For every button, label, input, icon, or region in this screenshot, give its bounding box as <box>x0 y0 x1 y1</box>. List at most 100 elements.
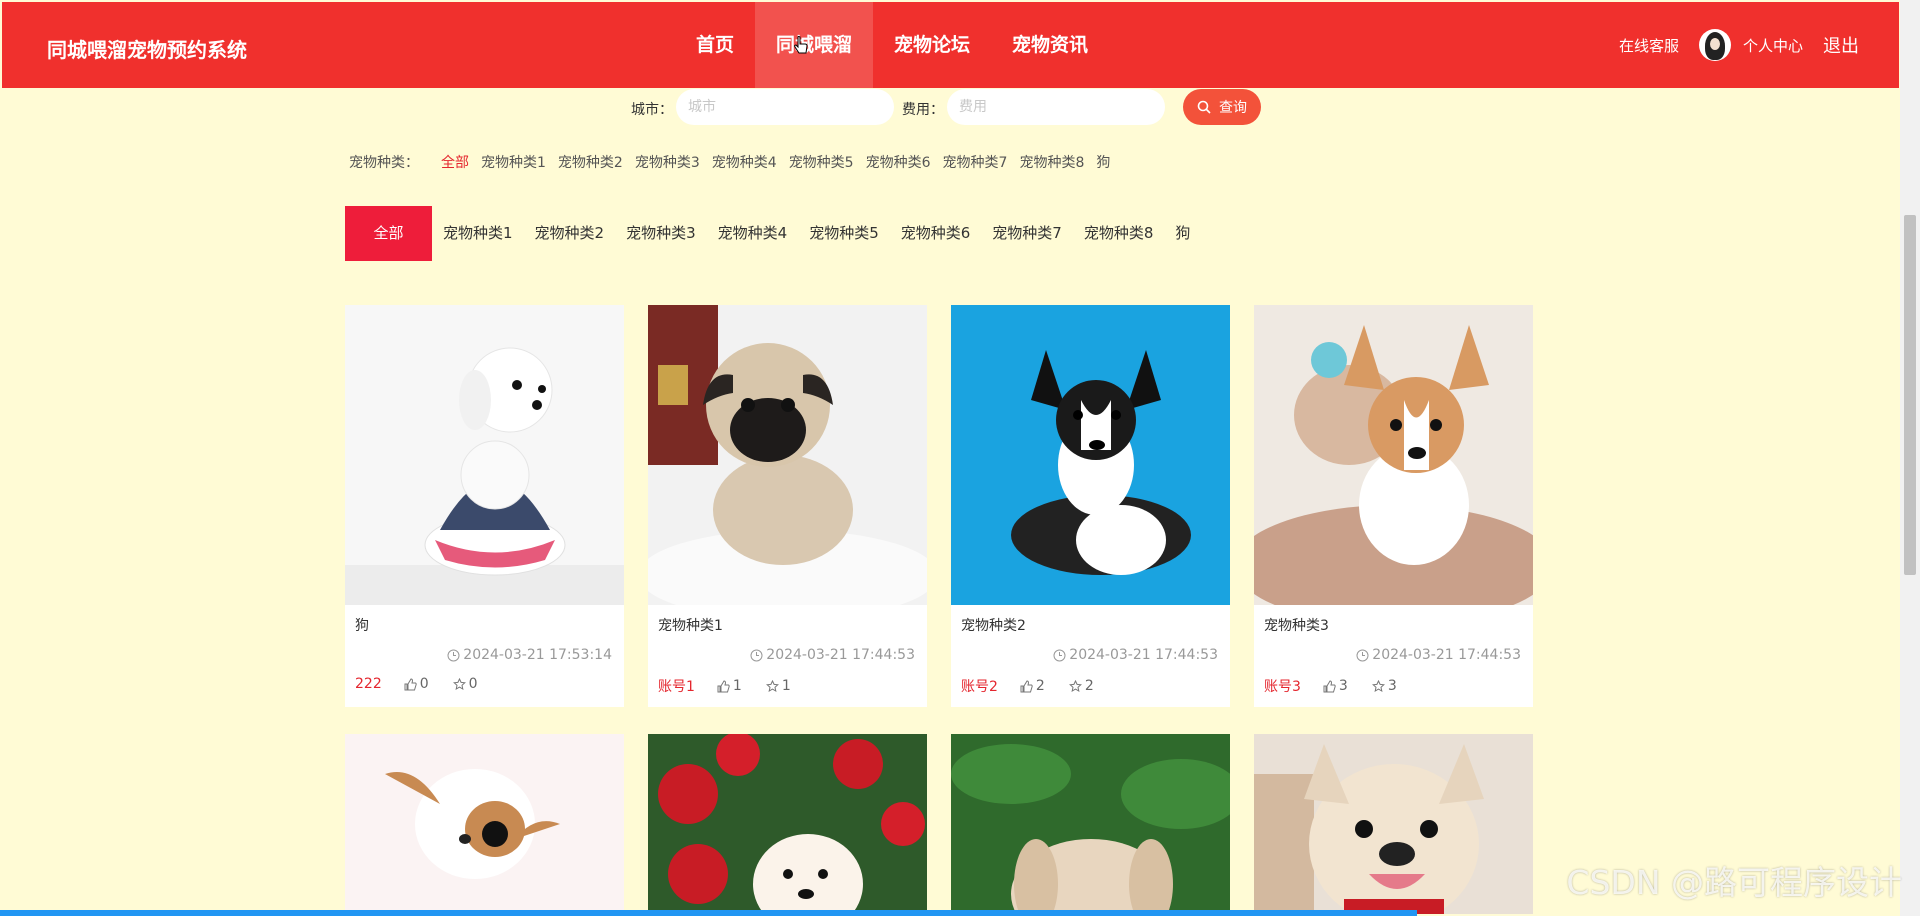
nav-walking[interactable]: 同城喂溜 <box>755 2 874 88</box>
category-item[interactable]: 狗 <box>1096 152 1110 172</box>
category-tabs: 全部 宠物种类1 宠物种类2 宠物种类3 宠物种类4 宠物种类5 宠物种类6 宠… <box>345 206 1201 261</box>
category-item[interactable]: 宠物种类6 <box>866 152 931 172</box>
category-item-all[interactable]: 全部 <box>441 152 469 172</box>
card-title: 宠物种类3 <box>1264 618 1329 634</box>
hand-cursor-icon <box>794 36 808 54</box>
card-likes-count: 0 <box>419 676 429 692</box>
card-likes-count: 2 <box>1035 678 1045 694</box>
header-right: 在线客服 个人中心 退出 <box>1619 29 1859 61</box>
category-item[interactable]: 宠物种类2 <box>558 152 623 172</box>
main-nav: 首页 同城喂溜 宠物论坛 宠物资讯 <box>675 2 1109 88</box>
card-favs[interactable]: 3 <box>1371 678 1397 694</box>
category-item[interactable]: 宠物种类4 <box>712 152 777 172</box>
category-item[interactable]: 宠物种类5 <box>789 152 854 172</box>
pet-photo <box>345 734 624 914</box>
pet-card[interactable] <box>1254 734 1533 914</box>
card-favs-count: 1 <box>781 678 791 694</box>
pet-photo <box>1254 734 1533 914</box>
tab-item[interactable]: 宠物种类5 <box>798 206 890 261</box>
nav-news[interactable]: 宠物资讯 <box>991 2 1109 88</box>
card-favs[interactable]: 1 <box>765 678 791 694</box>
site-title: 同城喂溜宠物预约系统 <box>47 38 247 62</box>
fee-label: 费用： <box>902 102 944 118</box>
clock-icon <box>1053 649 1066 661</box>
city-input[interactable] <box>676 89 894 125</box>
thumbs-up-icon <box>404 677 417 690</box>
card-favs[interactable]: 2 <box>1068 678 1094 694</box>
tab-item[interactable]: 宠物种类1 <box>432 206 524 261</box>
online-service-link[interactable]: 在线客服 <box>1619 35 1679 56</box>
top-header: 同城喂溜宠物预约系统 首页 同城喂溜 宠物论坛 宠物资讯 在线客服 个人中心 退… <box>2 2 1899 88</box>
tab-item[interactable]: 狗 <box>1164 206 1201 261</box>
tab-item[interactable]: 宠物种类3 <box>615 206 707 261</box>
tab-item[interactable]: 宠物种类4 <box>707 206 799 261</box>
pet-card[interactable]: 宠物种类2 2024-03-21 17:44:53 账号2 2 2 <box>951 305 1230 707</box>
nav-forum[interactable]: 宠物论坛 <box>873 2 991 88</box>
star-icon <box>765 679 779 692</box>
tab-item[interactable]: 宠物种类7 <box>981 206 1073 261</box>
card-favs-count: 2 <box>1084 678 1094 694</box>
search-bar: 城市： 费用： 查询 <box>0 89 1920 127</box>
thumbs-up-icon <box>1323 679 1336 692</box>
category-item[interactable]: 宠物种类7 <box>943 152 1008 172</box>
card-time: 2024-03-21 17:44:53 <box>1053 647 1218 663</box>
card-user[interactable]: 账号3 <box>1264 676 1301 696</box>
card-meta: 账号2 2 2 <box>961 676 1118 696</box>
pet-card[interactable] <box>648 734 927 914</box>
pet-card[interactable] <box>345 734 624 914</box>
card-time: 2024-03-21 17:53:14 <box>447 647 612 663</box>
pet-card[interactable]: 狗 2024-03-21 17:53:14 222 0 0 <box>345 305 624 707</box>
vertical-scrollbar[interactable] <box>1900 0 1920 916</box>
logout-link[interactable]: 退出 <box>1823 32 1859 58</box>
card-favs-count: 3 <box>1387 678 1397 694</box>
pet-photo <box>951 734 1230 914</box>
category-item[interactable]: 宠物种类8 <box>1019 152 1084 172</box>
card-favs-count: 0 <box>468 676 478 692</box>
search-icon <box>1197 100 1211 114</box>
card-user[interactable]: 222 <box>355 676 382 692</box>
tab-item[interactable]: 宠物种类2 <box>524 206 616 261</box>
pet-card[interactable]: 宠物种类1 2024-03-21 17:44:53 账号1 1 1 <box>648 305 927 707</box>
pet-photo <box>648 734 927 914</box>
search-button[interactable]: 查询 <box>1183 89 1261 125</box>
loading-progress-bar <box>0 910 1417 916</box>
card-user[interactable]: 账号2 <box>961 676 998 696</box>
pet-card[interactable] <box>951 734 1230 914</box>
card-title: 宠物种类1 <box>658 618 723 634</box>
pet-card[interactable]: 宠物种类3 2024-03-21 17:44:53 账号3 3 3 <box>1254 305 1533 707</box>
card-time-text: 2024-03-21 17:44:53 <box>1372 647 1521 663</box>
thumbs-up-icon <box>717 679 730 692</box>
card-likes[interactable]: 1 <box>717 678 742 694</box>
category-label: 宠物种类： <box>349 155 419 171</box>
fee-input[interactable] <box>947 89 1165 125</box>
card-favs[interactable]: 0 <box>452 676 478 692</box>
card-likes[interactable]: 2 <box>1020 678 1045 694</box>
card-likes[interactable]: 3 <box>1323 678 1348 694</box>
clock-icon <box>447 649 460 661</box>
card-likes-count: 1 <box>732 678 742 694</box>
profile-link[interactable]: 个人中心 <box>1743 35 1803 56</box>
pet-photo <box>648 305 927 605</box>
card-time-text: 2024-03-21 17:44:53 <box>1069 647 1218 663</box>
category-item[interactable]: 宠物种类1 <box>481 152 546 172</box>
clock-icon <box>750 649 763 661</box>
nav-home[interactable]: 首页 <box>675 2 755 88</box>
card-time-text: 2024-03-21 17:53:14 <box>463 647 612 663</box>
thumbs-up-icon <box>1020 679 1033 692</box>
card-likes[interactable]: 0 <box>404 676 429 692</box>
card-user[interactable]: 账号1 <box>658 676 695 696</box>
tab-item[interactable]: 宠物种类8 <box>1073 206 1165 261</box>
city-label: 城市： <box>631 102 673 118</box>
avatar[interactable] <box>1698 29 1731 61</box>
card-likes-count: 3 <box>1338 678 1348 694</box>
category-item[interactable]: 宠物种类3 <box>635 152 700 172</box>
tab-all[interactable]: 全部 <box>345 206 432 261</box>
search-button-label: 查询 <box>1219 100 1247 116</box>
scrollbar-thumb[interactable] <box>1904 215 1916 575</box>
card-time: 2024-03-21 17:44:53 <box>750 647 915 663</box>
pet-photo <box>345 305 624 605</box>
clock-icon <box>1356 649 1369 661</box>
card-title: 狗 <box>355 618 369 634</box>
tab-item[interactable]: 宠物种类6 <box>890 206 982 261</box>
card-time: 2024-03-21 17:44:53 <box>1356 647 1521 663</box>
